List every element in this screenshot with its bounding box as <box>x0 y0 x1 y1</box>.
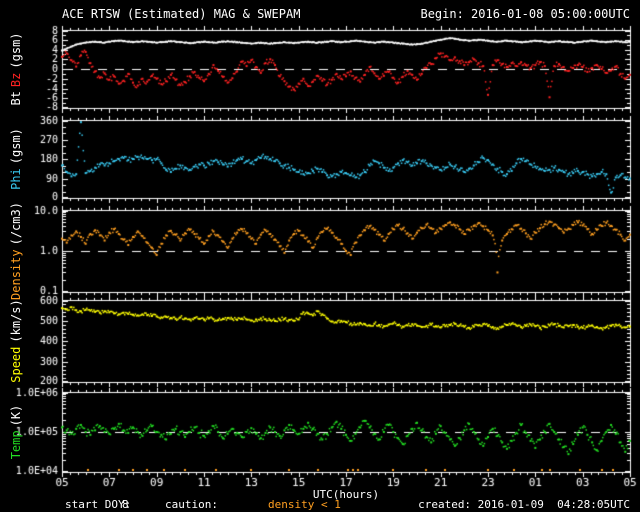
y-axis-label-part: (gsm) <box>9 32 23 69</box>
caution-label: caution: <box>165 498 218 511</box>
y-axis-label-mag: Bt Bz (gsm) <box>9 30 23 107</box>
caution-value: density < 1 <box>268 498 341 511</box>
page-title: ACE RTSW (Estimated) MAG & SWEPAM <box>62 7 301 21</box>
y-axis-label-part: Temp <box>9 430 23 460</box>
y-axis-label-part: Density <box>9 249 23 300</box>
y-axis-label-part: (gsm) <box>9 128 23 165</box>
y-axis-label-part: Bz <box>9 72 23 88</box>
y-axis-label-density: Density (/cm3) <box>9 200 23 302</box>
y-axis-label-phi: Phi (gsm) <box>9 126 23 192</box>
y-axis-label-part: Phi <box>9 168 23 190</box>
begin-timestamp: Begin: 2016-01-08 05:00:00UTC <box>420 7 630 21</box>
created-timestamp: created: 2016-01-09 04:28:05UTC <box>418 498 630 511</box>
ace-rtsw-plot: ACE RTSW (Estimated) MAG & SWEPAM Begin:… <box>0 0 640 512</box>
y-axis-label-part: Bt <box>9 91 23 106</box>
y-axis-label-speed: Speed (km/s) <box>9 297 23 384</box>
y-axis-label-part: (K) <box>9 404 23 427</box>
y-axis-label-part: (/cm3) <box>9 202 23 246</box>
y-axis-label-part: (km/s) <box>9 299 23 343</box>
plot-canvas <box>0 0 640 512</box>
start-doy-value: 8 <box>122 498 129 511</box>
y-axis-label-part: Speed <box>9 346 23 383</box>
y-axis-label-temp: Temp (K) <box>9 403 23 462</box>
